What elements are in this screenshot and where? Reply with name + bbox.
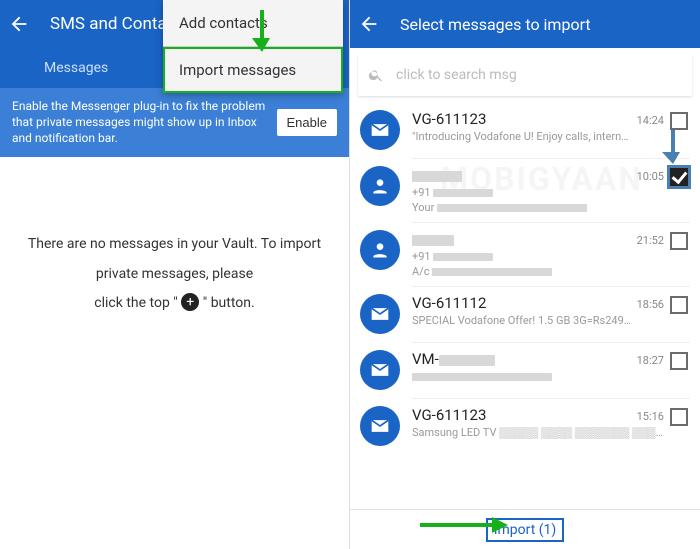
time: 18:56: [637, 298, 664, 311]
import-button[interactable]: Import (1): [486, 518, 565, 542]
overflow-menu: Add contacts Import messages: [163, 0, 343, 93]
preview: Your: [412, 201, 664, 214]
time: 14:24: [637, 114, 664, 127]
footer-bar: Import (1): [350, 509, 700, 549]
empty-line-1: There are no messages in your Vault. To …: [28, 230, 321, 259]
checkbox[interactable]: [670, 112, 688, 130]
checkbox[interactable]: [670, 352, 688, 370]
message-row[interactable]: VG-611123 15:16 Samsung LED TV ▒▒▒▒▒ ▒▒▒…: [350, 398, 700, 454]
message-row[interactable]: VG-611112 18:56 SPECIAL Vodafone Offer! …: [350, 286, 700, 342]
message-row[interactable]: 10:05 +91 Your: [350, 158, 700, 222]
preview: +91: [412, 250, 664, 263]
message-row[interactable]: VG-611123 14:24 "Introducing Vodafone U!…: [350, 102, 700, 158]
mail-icon: [360, 294, 400, 334]
checkbox[interactable]: [670, 408, 688, 426]
plus-icon: +: [181, 293, 199, 311]
search-icon: [368, 67, 384, 83]
mail-icon: [360, 110, 400, 150]
person-icon: [360, 230, 400, 270]
search-placeholder: click to search msg: [396, 67, 517, 83]
message-list: VG-611123 14:24 "Introducing Vodafone U!…: [350, 102, 700, 454]
sender: VM-: [412, 350, 631, 368]
preview: +91: [412, 186, 664, 199]
right-title: Select messages to import: [400, 15, 591, 34]
sender: VG-611123: [412, 110, 631, 128]
search-input[interactable]: click to search msg: [358, 54, 692, 96]
time: 18:27: [637, 354, 664, 367]
sender: [412, 230, 631, 248]
preview: Samsung LED TV ▒▒▒▒▒ ▒▒▒▒ ▒▒▒▒▒▒▒ ▒▒▒ *5…: [412, 426, 664, 439]
time: 10:05: [637, 170, 664, 183]
back-icon[interactable]: [358, 13, 380, 35]
preview: A/c: [412, 265, 664, 278]
right-app-bar: Select messages to import: [350, 0, 700, 48]
preview: "Introducing Vodafone U! Enjoy calls, in…: [412, 130, 664, 143]
time: 21:52: [637, 234, 664, 247]
message-row[interactable]: VM- 18:27: [350, 342, 700, 398]
sender: VG-611112: [412, 294, 631, 312]
sender: [412, 166, 631, 184]
mail-icon: [360, 350, 400, 390]
checkbox[interactable]: [670, 168, 688, 186]
time: 15:16: [637, 410, 664, 423]
mail-icon: [360, 406, 400, 446]
menu-import-messages[interactable]: Import messages: [163, 46, 343, 93]
message-row[interactable]: 21:52 +91 A/c: [350, 222, 700, 286]
preview: [412, 370, 664, 383]
empty-line-3: click the top " + " button.: [94, 289, 254, 318]
menu-add-contacts[interactable]: Add contacts: [163, 0, 343, 46]
preview: SPECIAL Vodafone Offer! 1.5 GB 3G=Rs249…: [412, 314, 664, 327]
checkbox[interactable]: [670, 232, 688, 250]
person-icon: [360, 166, 400, 206]
sender: VG-611123: [412, 406, 631, 424]
empty-line-2: private messages, please: [96, 260, 253, 289]
checkbox[interactable]: [670, 296, 688, 314]
